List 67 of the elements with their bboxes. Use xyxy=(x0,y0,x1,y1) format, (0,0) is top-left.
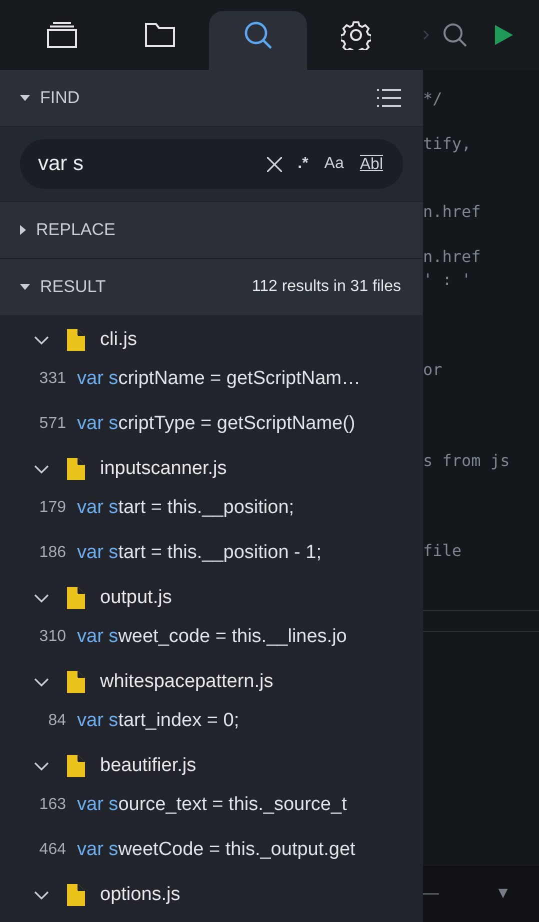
gear-icon xyxy=(341,20,371,50)
code-line: n.href xyxy=(423,247,481,266)
match-line[interactable]: var scriptName = getScriptNam… xyxy=(77,368,361,390)
code-line: file xyxy=(423,541,462,560)
match-line[interactable]: var start = this.__position; xyxy=(77,496,294,518)
close-icon[interactable] xyxy=(266,156,282,172)
file-name: inputscanner.js xyxy=(100,458,227,480)
line-number: 186 xyxy=(38,544,66,562)
section-title: RESULT xyxy=(40,277,107,297)
line-number: 163 xyxy=(38,796,66,814)
file-row[interactable]: beautifier.js xyxy=(0,743,423,789)
file-row[interactable]: cli.js xyxy=(0,317,423,363)
code-line: ' : ' xyxy=(423,270,472,289)
line-number: 571 xyxy=(38,414,66,432)
section-title: REPLACE xyxy=(36,220,116,240)
file-icon xyxy=(67,329,85,351)
file-name: cli.js xyxy=(100,329,137,351)
line-number: 84 xyxy=(47,712,66,730)
search-field[interactable]: var s .* Aa Abl xyxy=(20,139,403,189)
section-header[interactable]: FIND xyxy=(0,70,423,126)
match-line[interactable]: var scriptType = getScriptName() xyxy=(77,412,356,434)
line-number: 310 xyxy=(38,628,66,646)
file-icon xyxy=(67,587,85,609)
search-icon xyxy=(244,21,272,49)
section-header[interactable]: REPLACE xyxy=(0,202,423,258)
file-icon xyxy=(67,884,85,906)
search-query: var s xyxy=(38,152,85,176)
match-line[interactable]: var sweet_code = this.__lines.jo xyxy=(77,626,347,648)
line-number: 179 xyxy=(38,498,66,516)
collapse-icon[interactable] xyxy=(20,284,30,290)
line-number: 464 xyxy=(38,840,66,858)
file-name: whitespacepattern.js xyxy=(100,671,274,693)
code-line: or xyxy=(423,360,442,380)
expand-icon[interactable] xyxy=(20,225,26,235)
dropdown-icon[interactable]: ▼ xyxy=(495,885,511,903)
case-toggle[interactable]: Aa xyxy=(324,155,344,173)
file-row[interactable]: options.js xyxy=(0,872,423,918)
match-line[interactable]: var sweetCode = this._output.get xyxy=(77,838,356,860)
file-row[interactable]: whitespacepattern.js xyxy=(0,659,423,705)
file-name: output.js xyxy=(100,587,172,609)
file-icon xyxy=(67,458,85,480)
collapse-icon[interactable] xyxy=(20,95,30,101)
file-icon xyxy=(67,755,85,777)
line-number: 331 xyxy=(38,370,66,388)
regex-toggle[interactable]: .* xyxy=(298,155,308,173)
match-line[interactable]: var start = this.__position - 1; xyxy=(77,542,322,564)
dash-icon: — xyxy=(423,885,439,903)
file-icon xyxy=(67,671,85,693)
section-header[interactable]: RESULT 112 results in 31 files xyxy=(0,259,423,315)
file-row[interactable]: inputscanner.js xyxy=(0,446,423,492)
code-line: */ xyxy=(423,89,442,108)
match-line[interactable]: var source_text = this._source_t xyxy=(77,794,347,816)
windows-icon xyxy=(47,22,77,48)
list-icon[interactable] xyxy=(377,89,401,107)
file-row[interactable]: output.js xyxy=(0,575,423,621)
search-icon[interactable] xyxy=(443,23,467,47)
file-name: beautifier.js xyxy=(100,755,196,777)
code-line: s from js xyxy=(423,450,510,470)
result-summary: 112 results in 31 files xyxy=(252,278,401,296)
folder-icon xyxy=(145,23,175,47)
play-icon[interactable] xyxy=(495,25,513,45)
code-line: tify, xyxy=(423,134,472,154)
code-line: n.href xyxy=(423,202,481,221)
whole-word-toggle[interactable]: Abl xyxy=(360,154,383,174)
file-name: options.js xyxy=(100,884,180,906)
section-title: FIND xyxy=(40,88,81,108)
match-line[interactable]: var start_index = 0; xyxy=(77,710,240,732)
